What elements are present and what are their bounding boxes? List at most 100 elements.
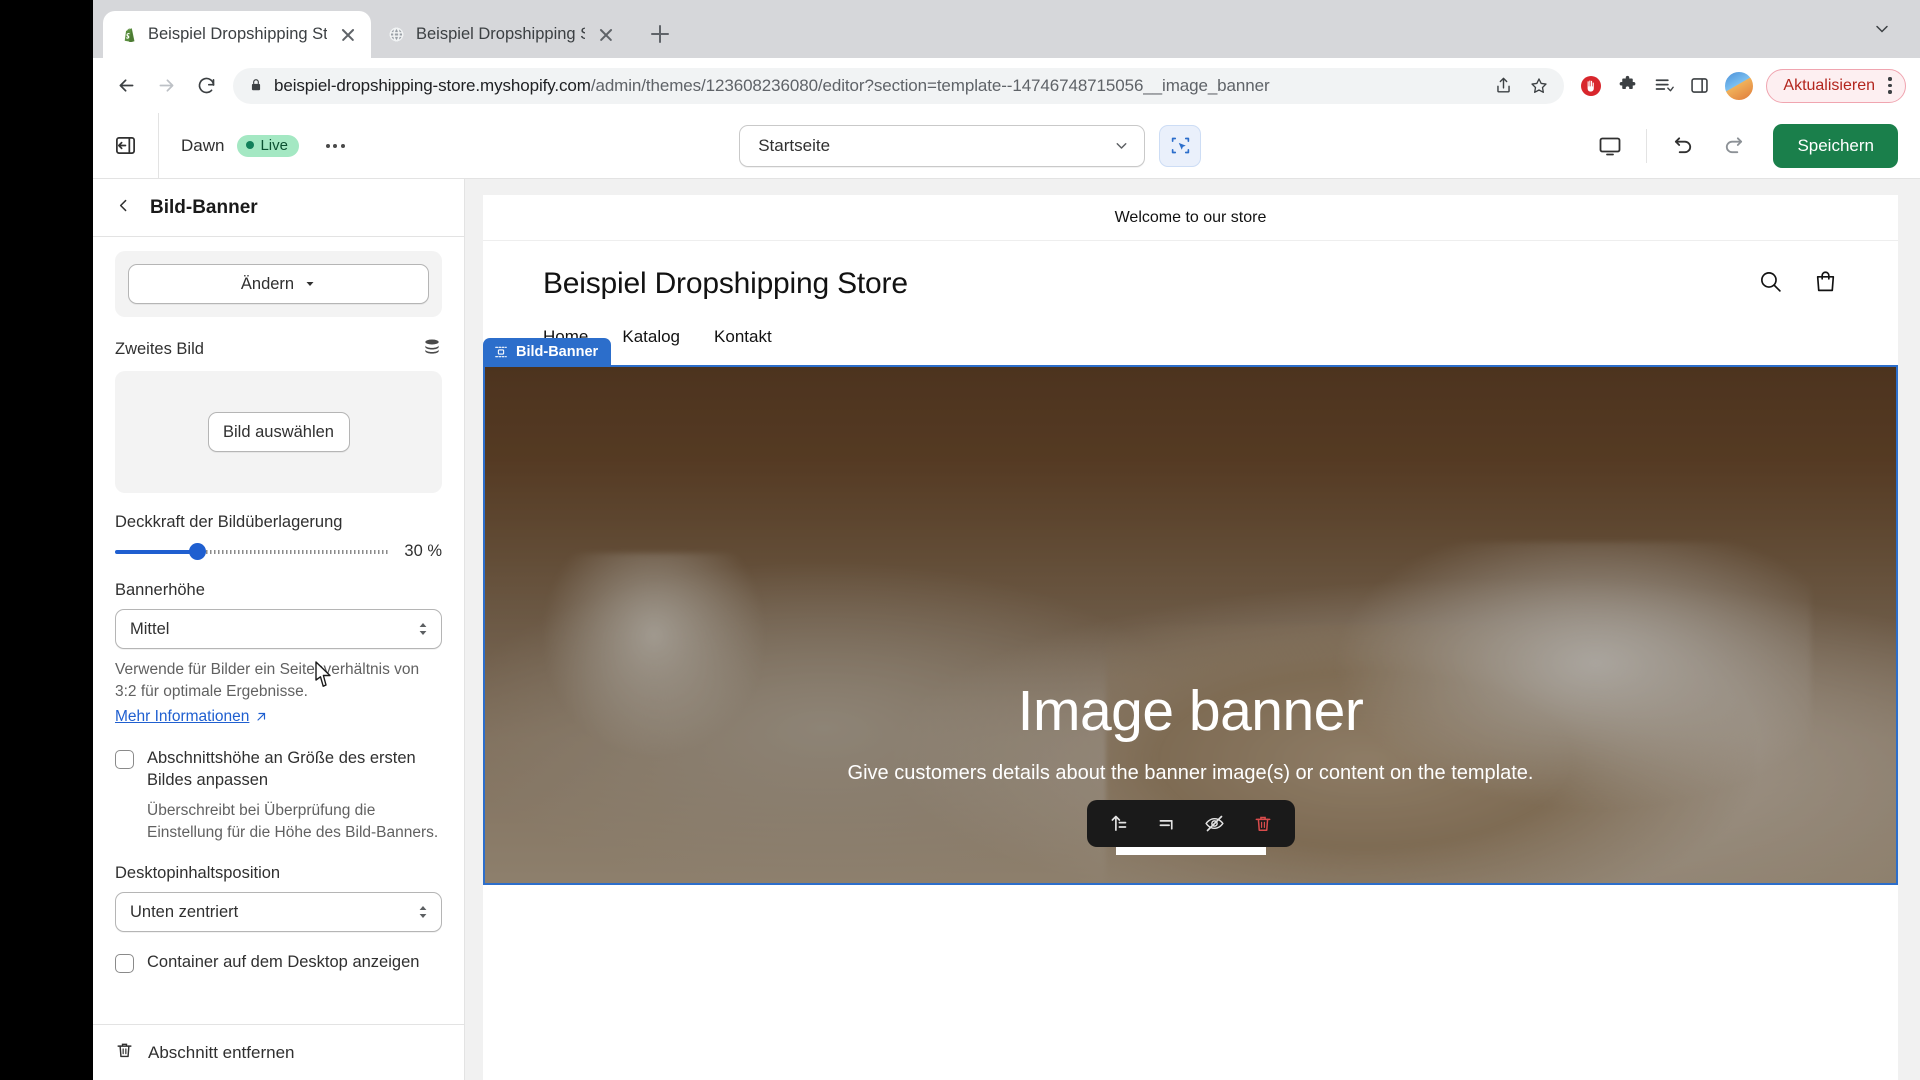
nav-link-kontakt[interactable]: Kontakt — [714, 327, 772, 347]
section-grip-icon — [495, 346, 507, 357]
inspector-icon[interactable] — [1159, 124, 1202, 167]
address-bar[interactable]: beispiel-dropshipping-store.myshopify.co… — [233, 67, 1565, 104]
overlay-opacity-label: Deckkraft der Bildüberlagerung — [115, 513, 343, 531]
page-title: Bild-Banner — [150, 196, 258, 218]
banner-height-help: Verwende für Bilder ein Seitenverhältnis… — [115, 661, 420, 701]
browser-toolbar: beispiel-dropshipping-store.myshopify.co… — [93, 58, 1920, 113]
slider-thumb[interactable] — [189, 543, 207, 560]
tab-title: Beispiel Dropshipping Store — [416, 25, 585, 43]
lock-icon — [249, 78, 264, 93]
theme-info: Dawn Live — [159, 129, 352, 163]
chevron-down-icon — [1116, 143, 1127, 149]
image-library-icon[interactable] — [422, 337, 442, 362]
change-image-button[interactable]: Ändern — [128, 264, 429, 304]
more-info-link[interactable]: Mehr Informationen — [115, 708, 267, 726]
section-tag[interactable]: Bild-Banner — [483, 338, 612, 365]
desktop-position-value: Unten zentriert — [130, 902, 239, 921]
tab-title: Beispiel Dropshipping Store · D — [148, 25, 327, 43]
tab-strip: Beispiel Dropshipping Store · D Beispiel… — [93, 0, 1920, 58]
show-container-checkbox[interactable] — [115, 954, 134, 974]
second-image-label-row: Zweites Bild — [115, 337, 442, 362]
side-panel-icon[interactable] — [1682, 69, 1716, 103]
overlay-opacity-row: 30 % — [115, 541, 442, 561]
banner-height-select[interactable]: Mittel — [115, 609, 442, 649]
overlay-opacity-slider[interactable] — [115, 541, 391, 561]
show-container-checkbox-row[interactable]: Container auf dem Desktop anzeigen — [115, 952, 442, 974]
banner-height-label: Bannerhöhe — [115, 581, 205, 599]
shopify-theme-editor: Dawn Live Startseite Speichern Bild-Bann… — [93, 112, 1920, 1080]
browser-window: Beispiel Dropshipping Store · D Beispiel… — [93, 0, 1920, 1080]
store-header: Beispiel Dropshipping Store Home Katalog… — [483, 241, 1898, 365]
settings-sidebar: Bild-Banner Ändern Zweites Bild Bild aus… — [93, 179, 465, 1080]
url-text: beispiel-dropshipping-store.myshopify.co… — [274, 76, 1480, 96]
editor-right-controls: Speichern — [1588, 123, 1920, 168]
back-arrow-icon[interactable] — [107, 67, 145, 105]
storefront-preview: Welcome to our store Beispiel Dropshippi… — [465, 179, 1920, 1080]
status-badge: Live — [237, 134, 299, 157]
more-actions-icon[interactable] — [318, 129, 352, 163]
sidebar-header: Bild-Banner — [93, 179, 464, 237]
redo-icon[interactable] — [1711, 124, 1755, 168]
editor-body: Bild-Banner Ändern Zweites Bild Bild aus… — [93, 179, 1920, 1080]
external-link-icon — [257, 712, 266, 721]
globe-icon — [387, 25, 406, 44]
desktop-icon[interactable] — [1588, 124, 1632, 168]
banner-image[interactable]: Image banner Give customers details abou… — [483, 365, 1898, 885]
exit-editor-icon[interactable] — [93, 112, 159, 179]
url-host: beispiel-dropshipping-store.myshopify.co… — [274, 75, 591, 95]
browser-tab-inactive[interactable]: Beispiel Dropshipping Store — [371, 11, 629, 58]
reload-icon[interactable] — [187, 67, 225, 105]
shopify-icon — [119, 25, 138, 44]
new-tab-button[interactable] — [643, 17, 677, 51]
remove-section-button[interactable]: Abschnitt entfernen — [93, 1024, 464, 1080]
cart-icon[interactable] — [1813, 269, 1838, 299]
forward-arrow-icon[interactable] — [147, 67, 185, 105]
editor-topbar: Dawn Live Startseite Speichern — [93, 112, 1920, 179]
reading-list-icon[interactable] — [1646, 69, 1680, 103]
adapt-height-checkbox-row[interactable]: Abschnittshöhe an Größe des ersten Bilde… — [115, 748, 442, 845]
trash-icon — [115, 1041, 134, 1065]
nav-link-katalog[interactable]: Katalog — [622, 327, 680, 347]
banner-subtext: Give customers details about the banner … — [847, 762, 1534, 784]
close-icon[interactable] — [595, 24, 617, 46]
close-icon[interactable] — [337, 24, 359, 46]
chrome-menu-icon[interactable] — [1881, 77, 1899, 94]
page-selector[interactable]: Startseite — [739, 124, 1146, 167]
slider-filled-track — [115, 549, 198, 554]
second-image-card: Bild auswählen — [115, 371, 442, 493]
desktop-position-select[interactable]: Unten zentriert — [115, 892, 442, 933]
store-header-row: Beispiel Dropshipping Store — [543, 267, 1838, 301]
search-icon[interactable] — [1758, 269, 1783, 299]
share-icon[interactable] — [1490, 73, 1516, 99]
move-up-button[interactable] — [1099, 804, 1139, 844]
store-header-icons — [1758, 269, 1838, 299]
adblock-icon[interactable] — [1574, 69, 1608, 103]
chevron-down-icon[interactable] — [1872, 19, 1892, 44]
undo-icon[interactable] — [1661, 124, 1705, 168]
update-browser-button[interactable]: Aktualisieren — [1766, 68, 1906, 103]
delete-section-button[interactable] — [1243, 804, 1283, 844]
sidebar-scroll-area[interactable]: Ändern Zweites Bild Bild auswählen Deckk… — [93, 237, 464, 1024]
adapt-height-checkbox[interactable] — [115, 749, 134, 769]
browser-tab-active[interactable]: Beispiel Dropshipping Store · D — [103, 11, 371, 58]
hide-section-button[interactable] — [1195, 804, 1235, 844]
status-badge-label: Live — [260, 136, 288, 154]
chevron-left-icon[interactable] — [115, 197, 132, 219]
show-container-label: Container auf dem Desktop anzeigen — [147, 953, 420, 972]
move-down-button[interactable] — [1147, 804, 1187, 844]
star-icon[interactable] — [1526, 73, 1552, 99]
banner-height-value: Mittel — [130, 619, 170, 638]
status-dot-icon — [246, 141, 255, 149]
save-button[interactable]: Speichern — [1773, 123, 1898, 168]
avatar[interactable] — [1724, 70, 1755, 101]
select-image-button[interactable]: Bild auswählen — [207, 412, 350, 452]
desktop-position-label: Desktopinhaltsposition — [115, 864, 281, 883]
banner-heading: Image banner — [1017, 679, 1364, 743]
editor-center-controls: Startseite — [352, 124, 1588, 167]
change-image-label: Ändern — [240, 274, 295, 293]
preview-frame[interactable]: Welcome to our store Beispiel Dropshippi… — [483, 195, 1898, 1080]
section-float-toolbar — [1086, 800, 1295, 847]
more-info-label: Mehr Informationen — [115, 707, 250, 725]
puzzle-icon[interactable] — [1610, 69, 1644, 103]
remove-section-label: Abschnitt entfernen — [148, 1042, 295, 1062]
